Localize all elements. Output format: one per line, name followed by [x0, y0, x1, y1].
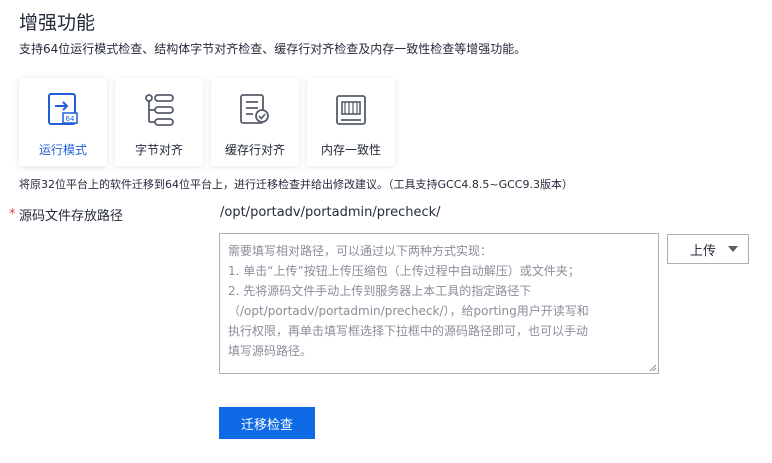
memory-chip-icon	[336, 95, 366, 125]
card-label: 缓存行对齐	[224, 143, 285, 157]
card-byte-alignment[interactable]: 字节对齐	[115, 78, 203, 166]
alignment-tree-icon	[145, 94, 174, 126]
svg-text:64: 64	[66, 115, 75, 123]
feature-hint: 将原32位平台上的软件迁移到64位平台上，进行迁移检查并给出修改建议。（工具支持…	[19, 178, 573, 191]
card-run-mode[interactable]: 64 运行模式	[19, 78, 107, 166]
cache-document-icon	[240, 94, 269, 124]
caret-down-icon	[728, 246, 738, 252]
card-label: 运行模式	[38, 143, 87, 157]
source-path-prefix: /opt/portadv/portadmin/precheck/	[220, 205, 441, 220]
page-description: 支持64位运行模式检查、结构体字节对齐检查、缓存行对齐检查及内存一致性检查等增强…	[19, 42, 527, 56]
card-label: 字节对齐	[134, 143, 183, 157]
upload-dropdown-button[interactable]: 上传	[667, 234, 749, 264]
arrow-64-icon: 64	[48, 93, 78, 125]
source-path-textarea[interactable]: 需要填写相对路径，可以通过以下两种方式实现： 1. 单击“上传”按钮上传压缩包（…	[219, 233, 659, 374]
required-mark: *	[9, 207, 16, 222]
textarea-placeholder: 需要填写相对路径，可以通过以下两种方式实现： 1. 单击“上传”按钮上传压缩包（…	[228, 244, 589, 358]
page-title: 增强功能	[19, 12, 96, 34]
resize-handle-icon[interactable]	[649, 364, 657, 372]
migration-check-button[interactable]: 迁移检查	[219, 407, 315, 439]
upload-label: 上传	[690, 243, 717, 259]
feature-cards: 64 运行模式 字节对齐 缓存行对齐 内存一致性	[19, 78, 395, 166]
source-path-label: 源码文件存放路径	[19, 209, 124, 224]
card-memory-consistency[interactable]: 内存一致性	[307, 78, 395, 166]
card-label: 内存一致性	[320, 143, 381, 157]
card-cache-line[interactable]: 缓存行对齐	[211, 78, 299, 166]
